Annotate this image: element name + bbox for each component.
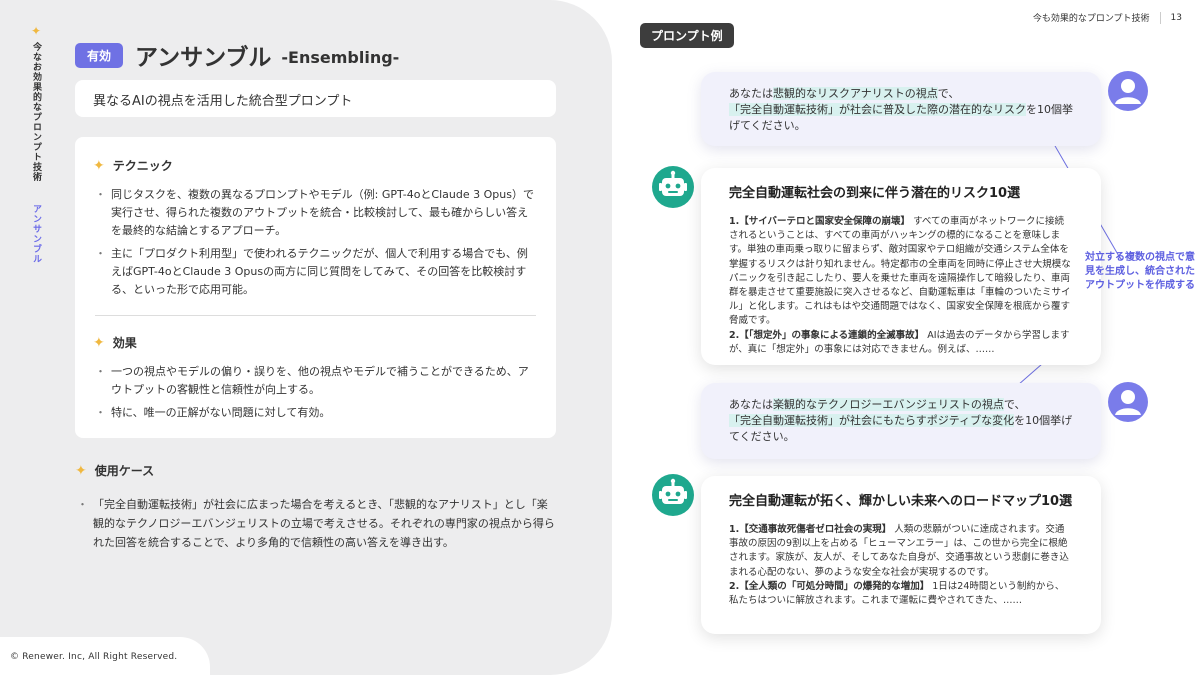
ai-response-card: 完全自動運転社会の到来に伴う潜在的リスク10選 1.【サイバーテロと国家安全保障… — [701, 168, 1101, 365]
prompt-highlight: 悲観的なリスクアナリストの視点 — [773, 87, 938, 100]
robot-avatar-icon — [652, 166, 694, 208]
prompt-text: あなたは — [729, 398, 773, 411]
response-item-heading: 2.【全人類の「可処分時間」の爆発的な増加】 — [729, 580, 930, 592]
prompt-text: あなたは — [729, 87, 773, 100]
response-item-heading: 1.【サイバーテロと国家安全保障の崩壊】 — [729, 216, 911, 227]
prompt-text: で、 — [1003, 398, 1026, 411]
response-item-heading: 1.【交通事故死傷者ゼロ社会の実現】 — [729, 524, 892, 535]
user-avatar-icon — [1108, 382, 1148, 422]
prompt-highlight: 楽観的なテクノロジーエバンジェリストの視点 — [773, 398, 1004, 411]
annotation-note: 対立する複数の視点で意見を生成し、統合されたアウトプットを作成する — [1085, 252, 1195, 291]
response-body: 1.【交通事故死傷者ゼロ社会の実現】 人類の悲願がついに達成されます。交通事故の… — [729, 523, 1073, 608]
user-avatar-icon — [1108, 71, 1148, 111]
prompt-highlight: 「完全自動運転技術」が社会にもたらすポジティブな変化 — [729, 414, 1015, 427]
response-item-heading: 2.【「想定外」の事象による連鎖的全滅事故】 — [729, 329, 925, 341]
response-body: 1.【サイバーテロと国家安全保障の崩壊】 すべての車両がネットワークに接続される… — [729, 215, 1073, 357]
user-prompt-bubble: あなたは楽観的なテクノロジーエバンジェリストの視点で、「完全自動運転技術」が社会… — [701, 383, 1101, 459]
prompt-text: で、 — [937, 87, 960, 100]
response-title: 完全自動運転社会の到来に伴う潜在的リスク10選 — [729, 186, 1021, 201]
prompt-highlight: 「完全自動運転技術」が社会に普及した際の潜在的なリスク — [729, 103, 1026, 116]
user-prompt-bubble: あなたは悲観的なリスクアナリストの視点で、「完全自動運転技術」が社会に普及した際… — [701, 72, 1101, 146]
response-title: 完全自動運転が拓く、輝かしい未来へのロードマップ10選 — [729, 494, 1073, 509]
robot-avatar-icon — [652, 474, 694, 516]
response-item-text: すべての車両がネットワークに接続されるということは、すべての車両がハッキングの標… — [729, 216, 1071, 327]
ai-response-card: 完全自動運転が拓く、輝かしい未来へのロードマップ10選 1.【交通事故死傷者ゼロ… — [701, 476, 1101, 634]
